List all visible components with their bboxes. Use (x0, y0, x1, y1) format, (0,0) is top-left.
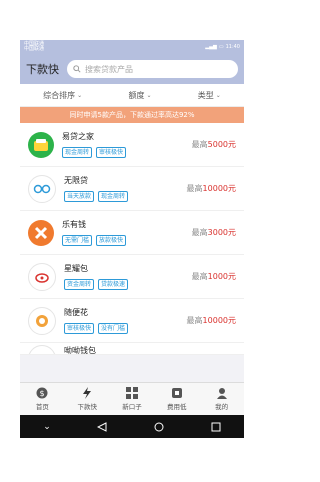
filter-type[interactable]: 类型 ⌄ (198, 90, 221, 101)
product-row[interactable]: 乐有钱 无需门槛 放款极快 最高3000元 (20, 211, 244, 255)
product-tag: 当天放款 (64, 191, 95, 202)
chevron-down-icon: ⌄ (77, 91, 83, 99)
product-row[interactable]: 星耀包 资金周转 贷款极速 最高1000元 (20, 255, 244, 299)
product-tag: 无需门槛 (62, 235, 93, 246)
tab-new[interactable]: 新口子 (110, 383, 155, 415)
product-tag: 放款极快 (96, 235, 127, 246)
chevron-down-icon: ⌄ (215, 91, 221, 99)
product-name: 随便花 (64, 308, 88, 317)
product-amount: 最高3000元 (192, 227, 236, 238)
chevron-down-icon[interactable]: ⌄ (43, 422, 51, 432)
chevron-down-icon: ⌄ (146, 91, 152, 99)
tag-icon (171, 388, 182, 398)
tab-mine[interactable]: 我的 (199, 383, 244, 415)
product-row[interactable]: 无限贷 当天放款 现金周转 最高10000元 (20, 167, 244, 211)
product-tag: 现金周转 (98, 191, 129, 202)
amount-prefix: 最高 (191, 140, 208, 149)
filter-type-label: 类型 (197, 90, 214, 100)
amount-value: 10000元 (202, 316, 236, 325)
notice-banner: 同时申请5款产品，下款通过率高达92% (20, 107, 244, 123)
wallet-icon (28, 131, 54, 158)
clock-text: 11:40 (225, 44, 240, 50)
product-name: 星耀包 (64, 264, 88, 273)
product-tag: 现金周转 (62, 147, 93, 158)
phone-screen: 中国联通 中国联通 ▂▄▆ ▭ 11:40 下款快 搜索贷款产品 综合排序 ⌄ … (20, 40, 244, 438)
amount-value: 3000元 (207, 228, 236, 237)
page-title: 下款快 (26, 63, 59, 76)
system-nav-bar: ⌄ (20, 415, 244, 438)
search-placeholder: 搜索贷款产品 (85, 64, 133, 74)
product-amount: 最高10000元 (187, 183, 236, 194)
filter-bar: 综合排序 ⌄ 额度 ⌄ 类型 ⌄ (20, 84, 244, 107)
product-tag: 审核极快 (96, 147, 127, 158)
filter-amount[interactable]: 额度 ⌄ (128, 90, 151, 101)
filter-sort[interactable]: 综合排序 ⌄ (43, 90, 82, 101)
amount-prefix: 最高 (191, 272, 208, 281)
product-amount: 最高1000元 (192, 271, 236, 282)
tab-label: 下款快 (77, 403, 97, 411)
product-name: 呦呦钱包 (64, 346, 96, 355)
coin-icon (28, 306, 56, 335)
grid-icon (125, 387, 138, 399)
wallet-icon (28, 345, 56, 354)
filter-amount-label: 额度 (128, 90, 145, 100)
recents-icon[interactable] (211, 422, 221, 432)
product-row[interactable]: 呦呦钱包 (20, 343, 244, 355)
person-icon (216, 388, 227, 399)
svg-text:$: $ (40, 389, 45, 398)
tab-fast-loan[interactable]: 下款快 (65, 383, 110, 415)
x-logo-icon (28, 219, 54, 246)
tab-home[interactable]: $ 首页 (20, 383, 65, 415)
amount-value: 1000元 (207, 272, 236, 281)
product-amount: 最高5000元 (192, 139, 236, 150)
filter-sort-label: 综合排序 (43, 90, 76, 100)
battery-icon: ▭ (218, 44, 224, 50)
amount-value: 5000元 (207, 140, 236, 149)
product-tag: 资金周转 (64, 279, 95, 290)
dollar-icon: $ (36, 387, 48, 399)
product-list: 易贷之家 现金周转 审核极快 最高5000元 无限贷 当天放款 现金周转 最高1… (20, 123, 244, 355)
product-row[interactable]: 易贷之家 现金周转 审核极快 最高5000元 (20, 123, 244, 167)
product-amount: 最高10000元 (187, 315, 236, 326)
product-tag: 审核极快 (64, 323, 95, 334)
home-icon[interactable] (154, 422, 164, 432)
amount-prefix: 最高 (186, 316, 203, 325)
product-name: 乐有钱 (62, 220, 86, 229)
product-tag: 贷款极速 (98, 279, 129, 290)
amount-value: 10000元 (202, 184, 236, 193)
product-name: 无限贷 (64, 176, 88, 185)
bag-icon (28, 262, 56, 291)
search-input[interactable]: 搜索贷款产品 (67, 60, 238, 78)
carrier-label-2: 中国联通 (24, 46, 45, 52)
signal-icon: ▂▄▆ (205, 44, 217, 50)
lightning-icon (83, 387, 92, 399)
top-header: 下款快 搜索贷款产品 (20, 54, 244, 84)
amount-prefix: 最高 (191, 228, 208, 237)
search-icon (73, 65, 81, 73)
product-name: 易贷之家 (62, 132, 94, 141)
product-row[interactable]: 随便花 审核极快 没有门槛 最高10000元 (20, 299, 244, 343)
tab-low-fee[interactable]: 费用低 (154, 383, 199, 415)
tab-label: 首页 (35, 403, 49, 411)
bottom-tab-bar: $ 首页 下款快 新口子 费用低 我的 (20, 382, 244, 415)
status-bar: 中国联通 中国联通 ▂▄▆ ▭ 11:40 (20, 40, 244, 54)
infinity-icon (28, 174, 56, 203)
product-tag: 没有门槛 (98, 323, 129, 334)
amount-prefix: 最高 (186, 184, 203, 193)
tab-label: 新口子 (122, 403, 142, 411)
tab-label: 费用低 (167, 403, 187, 411)
tab-label: 我的 (215, 403, 229, 411)
back-icon[interactable] (97, 421, 107, 432)
